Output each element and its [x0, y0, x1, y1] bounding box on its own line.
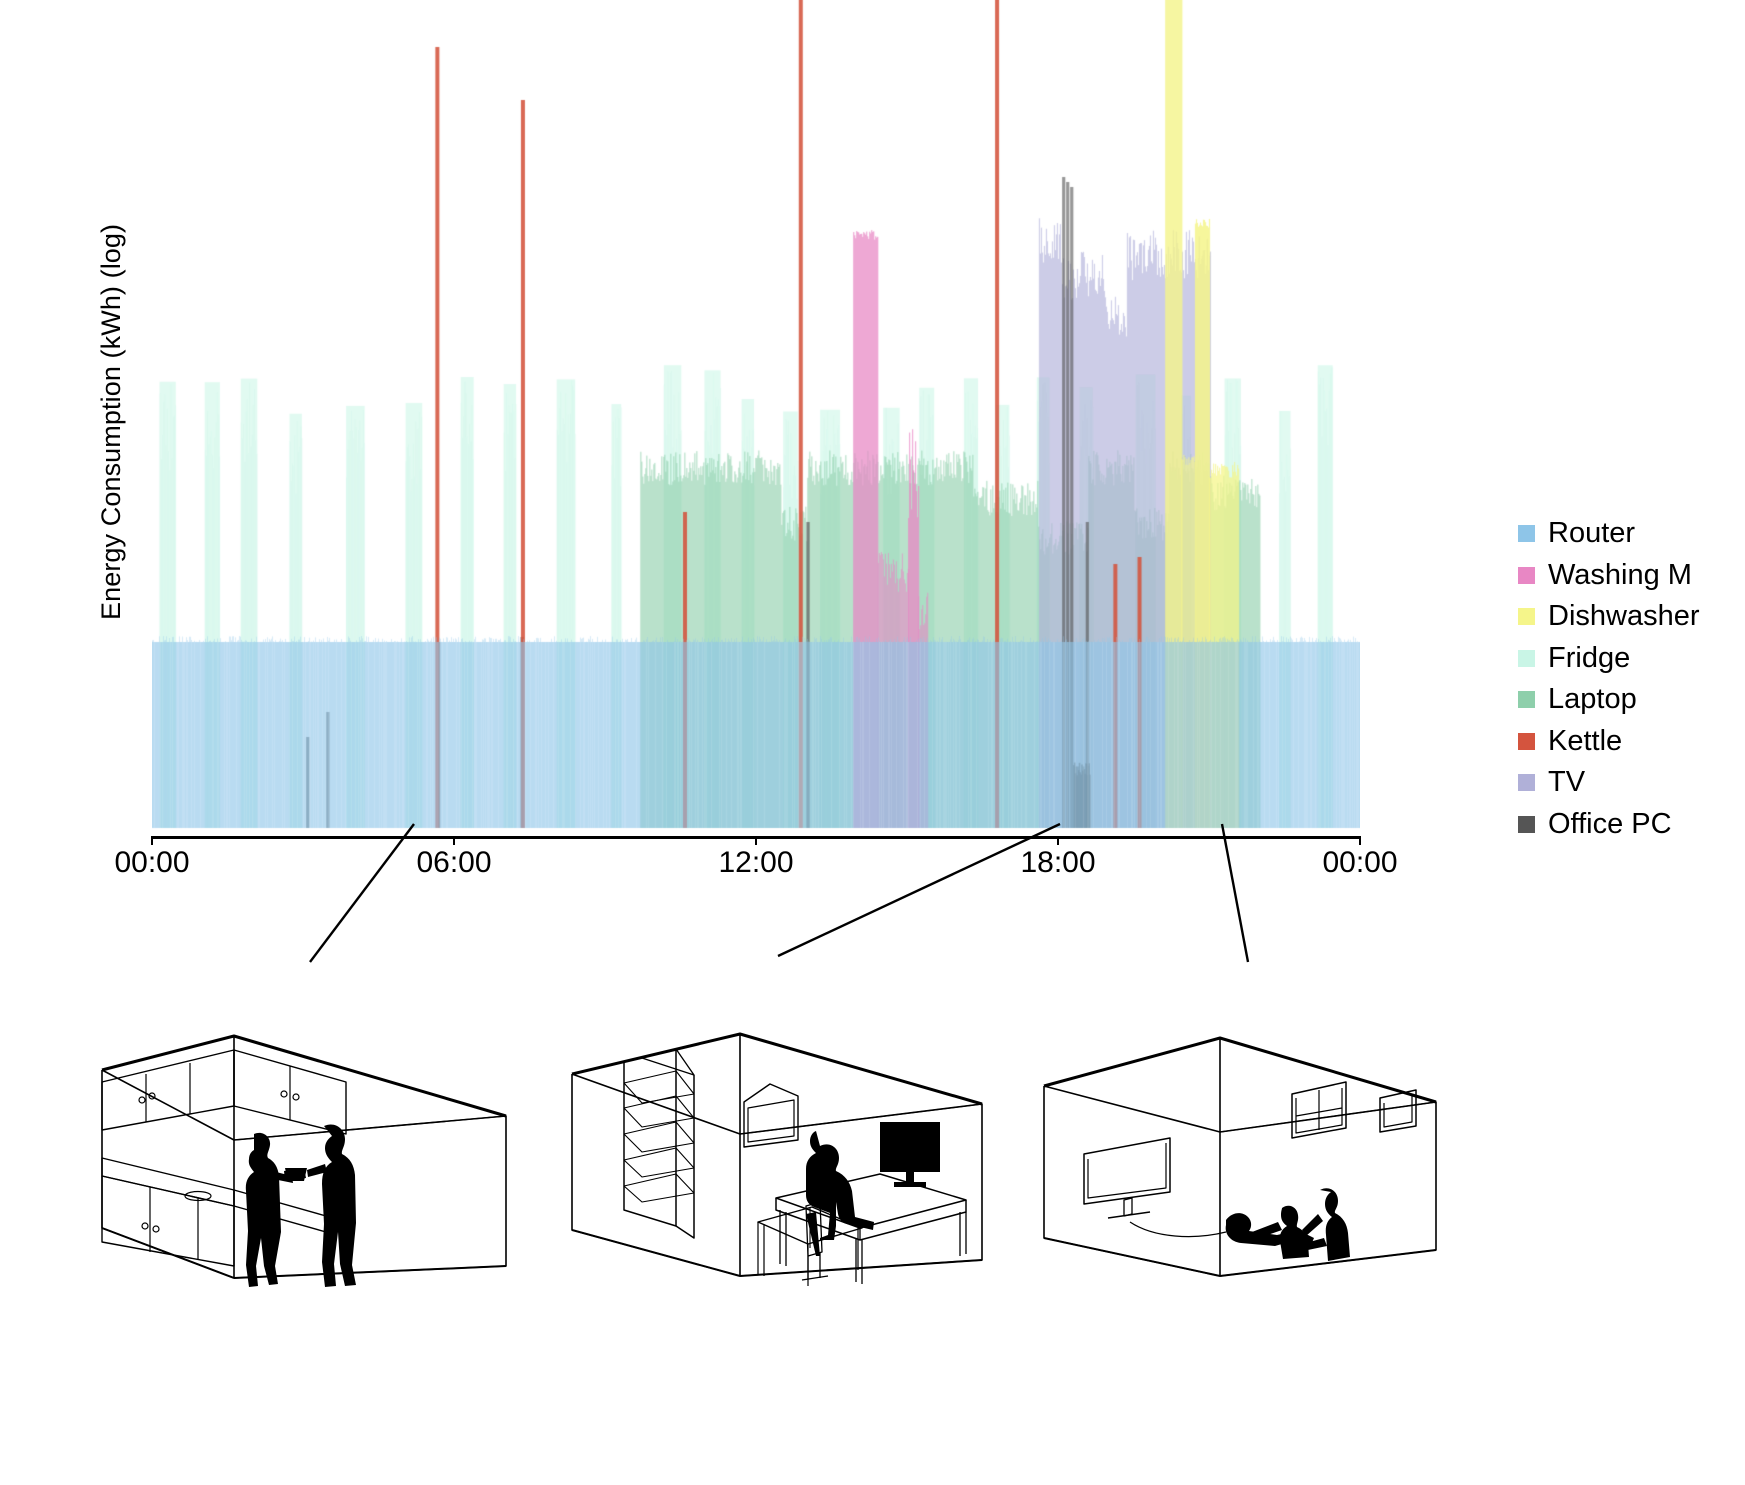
room-illustration-kitchen [88, 1030, 518, 1290]
legend-item-label: Laptop [1548, 683, 1637, 716]
x-tick-label: 18:00 [1020, 846, 1096, 879]
legend-swatch-icon [1518, 815, 1535, 833]
x-tick-label: 00:00 [114, 846, 190, 879]
x-tick-mark [453, 836, 455, 845]
x-tick-mark [151, 836, 153, 845]
chart-legend: Router Washing M Dishwasher Fridge Laptop Ket… [1518, 513, 1745, 845]
legend-swatch-icon [1518, 732, 1535, 750]
x-tick-label: 06:00 [416, 846, 492, 879]
chart-plot-area [152, 0, 1360, 837]
room-illustration-living-room [1030, 1032, 1450, 1290]
legend-swatch-icon [1518, 608, 1535, 626]
y-axis-label: Energy Consumption (kWh) (log) [96, 200, 136, 620]
legend-item-label: Washing M [1548, 558, 1692, 591]
legend-item-label: Router [1548, 517, 1636, 550]
legend-item-tv[interactable]: TV [1518, 762, 1745, 804]
legend-swatch-icon [1518, 649, 1535, 667]
legend-swatch-icon [1518, 566, 1535, 584]
x-tick-label: 00:00 [1322, 846, 1398, 879]
stacked-area-canvas [152, 0, 1360, 837]
legend-item-washing-m[interactable]: Washing M [1518, 555, 1745, 597]
leader-line-kitchen [309, 823, 415, 963]
legend-swatch-icon [1518, 691, 1535, 709]
legend-item-label: TV [1548, 766, 1586, 799]
x-tick-label: 12:00 [718, 846, 794, 879]
x-tick-mark [1057, 836, 1059, 845]
legend-item-label: Office PC [1548, 807, 1672, 840]
x-tick-mark [1359, 836, 1361, 845]
legend-item-dishwasher[interactable]: Dishwasher [1518, 596, 1745, 638]
leader-line-living-room [1220, 823, 1250, 963]
legend-item-office-pc[interactable]: Office PC [1518, 804, 1745, 846]
legend-item-label: Kettle [1548, 724, 1623, 757]
legend-item-kettle[interactable]: Kettle [1518, 721, 1745, 763]
legend-item-laptop[interactable]: Laptop [1518, 679, 1745, 721]
legend-item-label: Dishwasher [1548, 600, 1700, 633]
legend-swatch-icon [1518, 774, 1535, 792]
energy-consumption-figure: Energy Consumption (kWh) (log) 00:00 06:0… [0, 0, 1745, 1485]
leader-line-office [777, 822, 1061, 958]
legend-item-router[interactable]: Router [1518, 513, 1745, 555]
legend-item-fridge[interactable]: Fridge [1518, 638, 1745, 680]
room-illustration-home-office [562, 1030, 992, 1290]
legend-item-label: Fridge [1548, 641, 1631, 674]
y-axis-label-text: Energy Consumption (kWh) (log) [96, 223, 126, 620]
legend-swatch-icon [1518, 525, 1535, 543]
x-tick-mark [755, 836, 757, 845]
